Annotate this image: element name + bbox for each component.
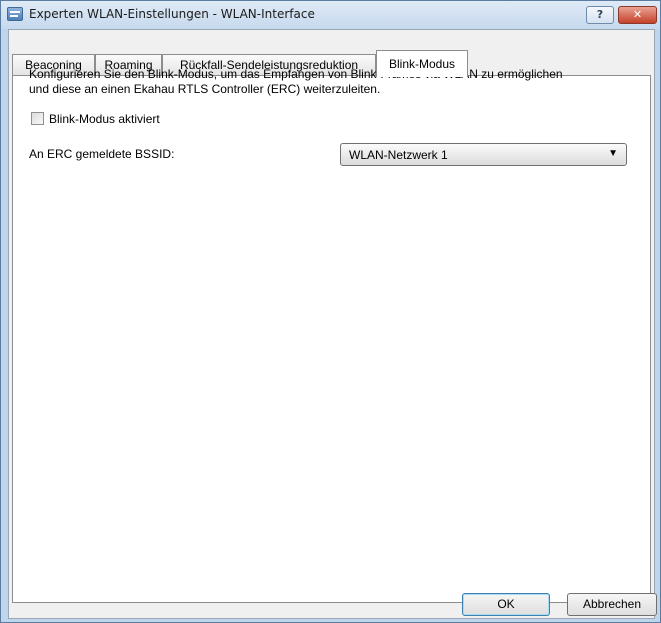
blink-mode-label[interactable]: Blink-Modus aktiviert (49, 111, 160, 127)
tab-blink-modus[interactable]: Blink-Modus (376, 50, 468, 77)
cancel-button[interactable]: Abbrechen (567, 593, 657, 616)
description-line-2: und diese an einen Ekahau RTLS Controlle… (29, 82, 381, 96)
dialog-window: Experten WLAN-Einstellungen - WLAN-Inter… (0, 0, 661, 623)
ok-button[interactable]: OK (462, 593, 550, 616)
description-line-1: Konfigurieren Sie den Blink-Modus, um da… (29, 67, 563, 81)
close-button[interactable]: ✕ (618, 6, 657, 24)
description-text: Konfigurieren Sie den Blink-Modus, um da… (29, 67, 639, 97)
bssid-select-value: WLAN-Netzwerk 1 (349, 148, 448, 162)
bssid-select[interactable]: WLAN-Netzwerk 1 ▼ (340, 143, 627, 166)
window-title: Experten WLAN-Einstellungen - WLAN-Inter… (29, 7, 315, 21)
help-button[interactable]: ? (586, 6, 614, 24)
chevron-down-icon[interactable]: ▼ (608, 148, 618, 159)
blink-mode-checkbox[interactable] (31, 112, 44, 125)
app-icon (7, 7, 23, 21)
title-bar[interactable]: Experten WLAN-Einstellungen - WLAN-Inter… (1, 1, 660, 29)
bssid-label: An ERC gemeldete BSSID: (29, 147, 175, 161)
